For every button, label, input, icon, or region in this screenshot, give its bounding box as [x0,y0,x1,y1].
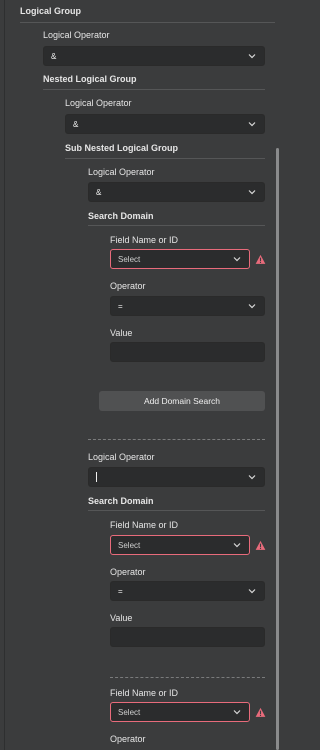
value-label: Value [110,328,133,338]
chevron-down-icon [248,190,256,195]
sub-logical-operator-label: Logical Operator [88,167,155,177]
divider [88,510,265,511]
dashed-separator [88,439,265,440]
operator-select[interactable]: = [110,296,265,316]
logical-operator-label: Logical Operator [43,30,110,40]
chevron-down-icon [248,475,256,480]
logical-operator-select[interactable]: & [43,46,265,66]
field-name-label-2: Field Name or ID [110,520,179,530]
scrollbar-thumb[interactable] [276,148,279,750]
warning-icon [255,540,266,550]
field-name-select-2[interactable]: Select [110,535,250,555]
value-input[interactable] [110,342,265,362]
logical-operator-select-2[interactable] [88,467,265,487]
add-domain-search-button[interactable]: Add Domain Search [99,391,265,411]
left-rule [4,0,5,750]
field-name-label-3: Field Name or ID [110,688,179,698]
field-name-placeholder-3: Select [118,707,141,717]
chevron-down-icon [248,122,256,127]
logical-operator-value: & [51,51,57,61]
operator-select-2[interactable]: = [110,581,265,601]
nested-logical-operator-select[interactable]: & [65,114,265,134]
chevron-down-icon [233,257,241,262]
operator-label-3: Operator [110,734,146,744]
sub-logical-operator-select[interactable]: & [88,182,265,202]
value-label-2: Value [110,613,133,623]
divider [20,22,275,23]
chevron-down-icon [233,543,241,548]
operator-value: = [118,301,123,311]
divider [65,158,265,159]
nested-logical-group-title: Nested Logical Group [43,74,137,84]
text-caret [96,472,97,482]
logical-group-title: Logical Group [20,6,82,16]
dashed-separator [110,677,265,678]
divider [43,89,265,90]
field-name-select-3[interactable]: Select [110,702,250,722]
sub-logical-operator-value: & [96,187,102,197]
field-name-placeholder: Select [118,254,141,264]
search-domain-title: Search Domain [88,211,154,221]
warning-icon [255,254,266,264]
logical-operator-value-2 [96,472,247,482]
nested-logical-operator-label: Logical Operator [65,98,132,108]
warning-icon [255,707,266,717]
chevron-down-icon [248,54,256,59]
value-input-2[interactable] [110,627,265,647]
field-name-label: Field Name or ID [110,235,179,245]
chevron-down-icon [248,304,256,309]
operator-value-2: = [118,586,123,596]
operator-label-2: Operator [110,567,146,577]
operator-label: Operator [110,281,146,291]
nested-logical-operator-value: & [73,119,79,129]
chevron-down-icon [248,589,256,594]
field-name-placeholder-2: Select [118,540,141,550]
sub-nested-logical-group-title: Sub Nested Logical Group [65,143,179,153]
logical-operator-label-2: Logical Operator [88,452,155,462]
field-name-select[interactable]: Select [110,249,250,269]
divider [88,225,265,226]
chevron-down-icon [233,710,241,715]
search-domain-title-2: Search Domain [88,496,154,506]
